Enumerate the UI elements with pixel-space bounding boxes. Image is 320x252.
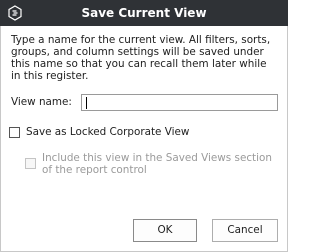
cancel-button[interactable]: Cancel [212, 219, 278, 242]
ok-button[interactable]: OK [133, 219, 197, 242]
save-current-view-dialog: Save Current View Type a name for the cu… [0, 0, 288, 252]
locked-corporate-view-label[interactable]: Save as Locked Corporate View [26, 126, 189, 139]
include-saved-views-label: Include this view in the Saved Views sec… [42, 152, 272, 176]
locked-corporate-view-checkbox[interactable] [9, 127, 20, 138]
app-logo-icon [8, 5, 22, 21]
instructions-text: Type a name for the current view. All fi… [11, 34, 271, 82]
view-name-label: View name: [11, 96, 72, 108]
text-caret [86, 97, 87, 109]
title-bar[interactable]: Save Current View [0, 0, 288, 26]
include-saved-views-checkbox[interactable] [25, 158, 36, 169]
dialog-title: Save Current View [81, 6, 207, 20]
view-name-input[interactable] [81, 94, 278, 111]
